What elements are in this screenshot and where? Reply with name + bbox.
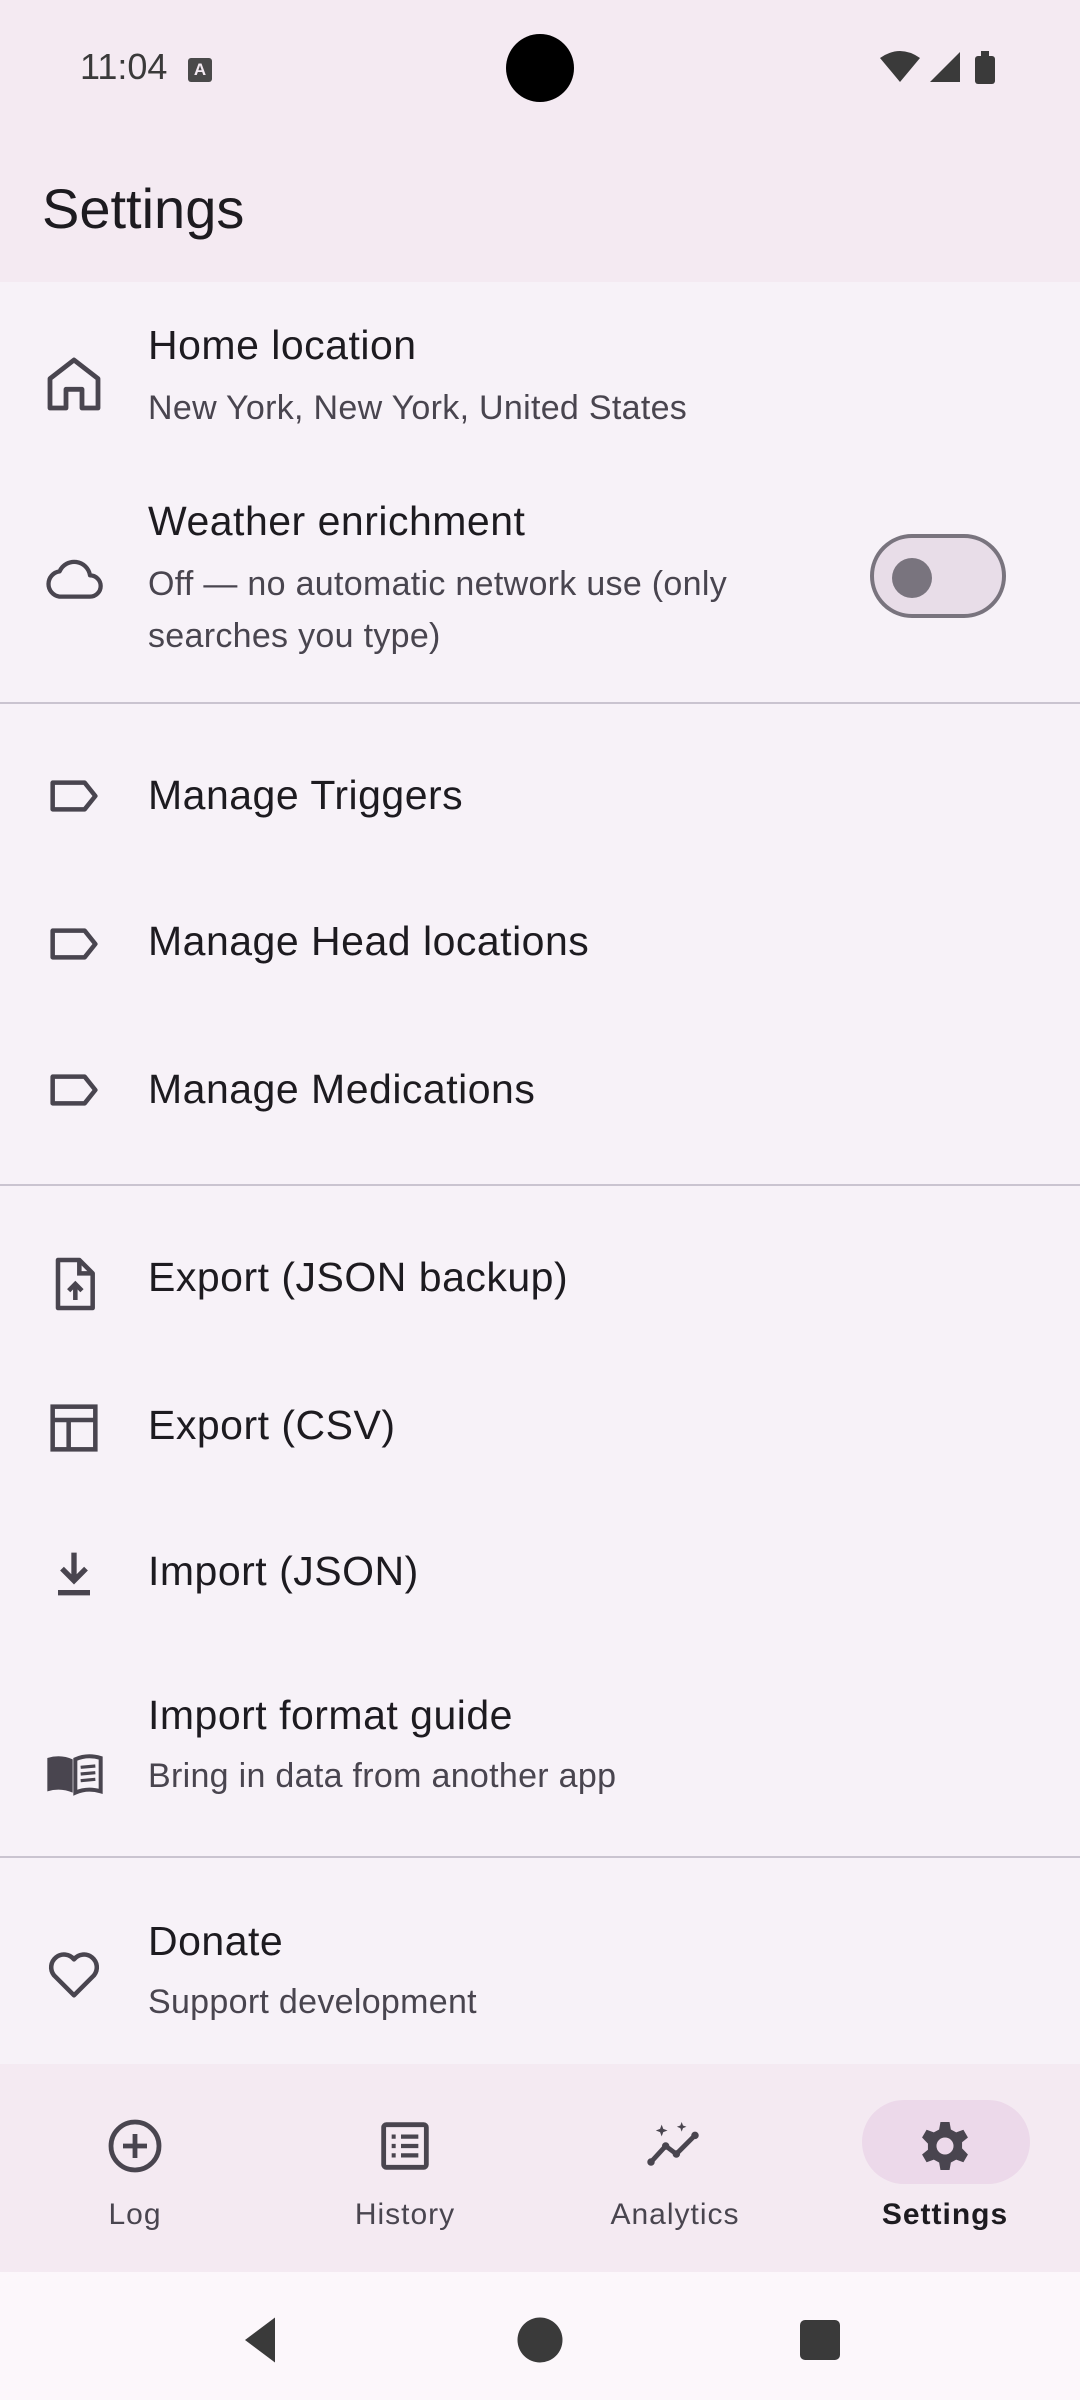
home-button-icon[interactable] xyxy=(510,2310,570,2370)
battery-icon xyxy=(975,51,995,84)
add-circle-icon xyxy=(108,2119,162,2173)
setting-title: Home location xyxy=(148,322,417,368)
setting-import-guide[interactable]: Import format guide Bring in data from a… xyxy=(0,1680,1080,1840)
status-icons xyxy=(880,48,1010,88)
analytics-icon xyxy=(647,2122,699,2166)
label-icon xyxy=(42,1058,106,1122)
book-icon xyxy=(42,1742,106,1806)
download-icon xyxy=(42,1542,106,1606)
nav-item-history[interactable]: History xyxy=(270,2064,540,2272)
divider xyxy=(0,1184,1080,1186)
nav-label: Analytics xyxy=(610,2198,740,2231)
setting-subtitle: Support development xyxy=(148,1983,477,2021)
setting-subtitle-line2: searches you type) xyxy=(148,617,441,655)
setting-manage-head-locations[interactable]: Manage Head locations xyxy=(0,868,1080,1018)
label-icon xyxy=(42,912,106,976)
recents-icon[interactable] xyxy=(790,2310,850,2370)
file-upload-icon xyxy=(42,1252,106,1316)
heart-icon xyxy=(42,1942,106,2006)
setting-subtitle: New York, New York, United States xyxy=(148,389,688,427)
setting-import-json[interactable]: Import (JSON) xyxy=(0,1496,1080,1646)
setting-title: Export (JSON backup) xyxy=(148,1254,569,1300)
status-time: 11:04 xyxy=(80,46,168,87)
setting-manage-medications[interactable]: Manage Medications xyxy=(0,1014,1080,1164)
cloud-icon xyxy=(42,546,106,610)
nav-item-analytics[interactable]: Analytics xyxy=(540,2064,810,2272)
setting-title: Import format guide xyxy=(148,1692,513,1738)
cell-signal-icon xyxy=(930,52,960,82)
setting-donate[interactable]: Donate Support development xyxy=(0,1872,1080,2052)
home-icon xyxy=(42,352,106,416)
setting-title: Donate xyxy=(148,1918,284,1964)
setting-home-location[interactable]: Home location New York, New York, United… xyxy=(0,300,1080,470)
setting-title: Manage Medications xyxy=(148,1066,536,1112)
wifi-icon xyxy=(880,51,920,82)
nav-label: Log xyxy=(108,2198,162,2231)
setting-export-csv[interactable]: Export (CSV) xyxy=(0,1350,1080,1500)
back-icon[interactable] xyxy=(230,2310,290,2370)
nav-item-log[interactable]: Log xyxy=(0,2064,270,2272)
setting-manage-triggers[interactable]: Manage Triggers xyxy=(0,720,1080,870)
setting-export-json[interactable]: Export (JSON backup) xyxy=(0,1204,1080,1354)
setting-subtitle-line1: Off — no automatic network use (only xyxy=(148,565,727,603)
list-icon xyxy=(381,2122,429,2170)
setting-title: Weather enrichment xyxy=(148,498,526,544)
camera-cutout xyxy=(506,34,574,102)
setting-title: Export (CSV) xyxy=(148,1402,396,1448)
nav-label: History xyxy=(354,2198,456,2231)
nav-item-settings[interactable]: Settings xyxy=(810,2064,1080,2272)
setting-title: Manage Triggers xyxy=(148,772,464,818)
setting-title: Manage Head locations xyxy=(148,918,590,964)
notification-icon: A xyxy=(188,58,212,82)
table-icon xyxy=(42,1396,106,1460)
divider xyxy=(0,1856,1080,1858)
divider xyxy=(0,702,1080,704)
gear-icon xyxy=(922,2122,968,2170)
setting-title: Import (JSON) xyxy=(148,1548,419,1594)
nav-label: Settings xyxy=(881,2198,1009,2231)
page-title: Settings xyxy=(42,177,245,240)
setting-subtitle: Bring in data from another app xyxy=(148,1757,617,1795)
weather-toggle[interactable] xyxy=(870,534,1006,618)
toggle-thumb xyxy=(892,558,932,598)
label-icon xyxy=(42,764,106,828)
